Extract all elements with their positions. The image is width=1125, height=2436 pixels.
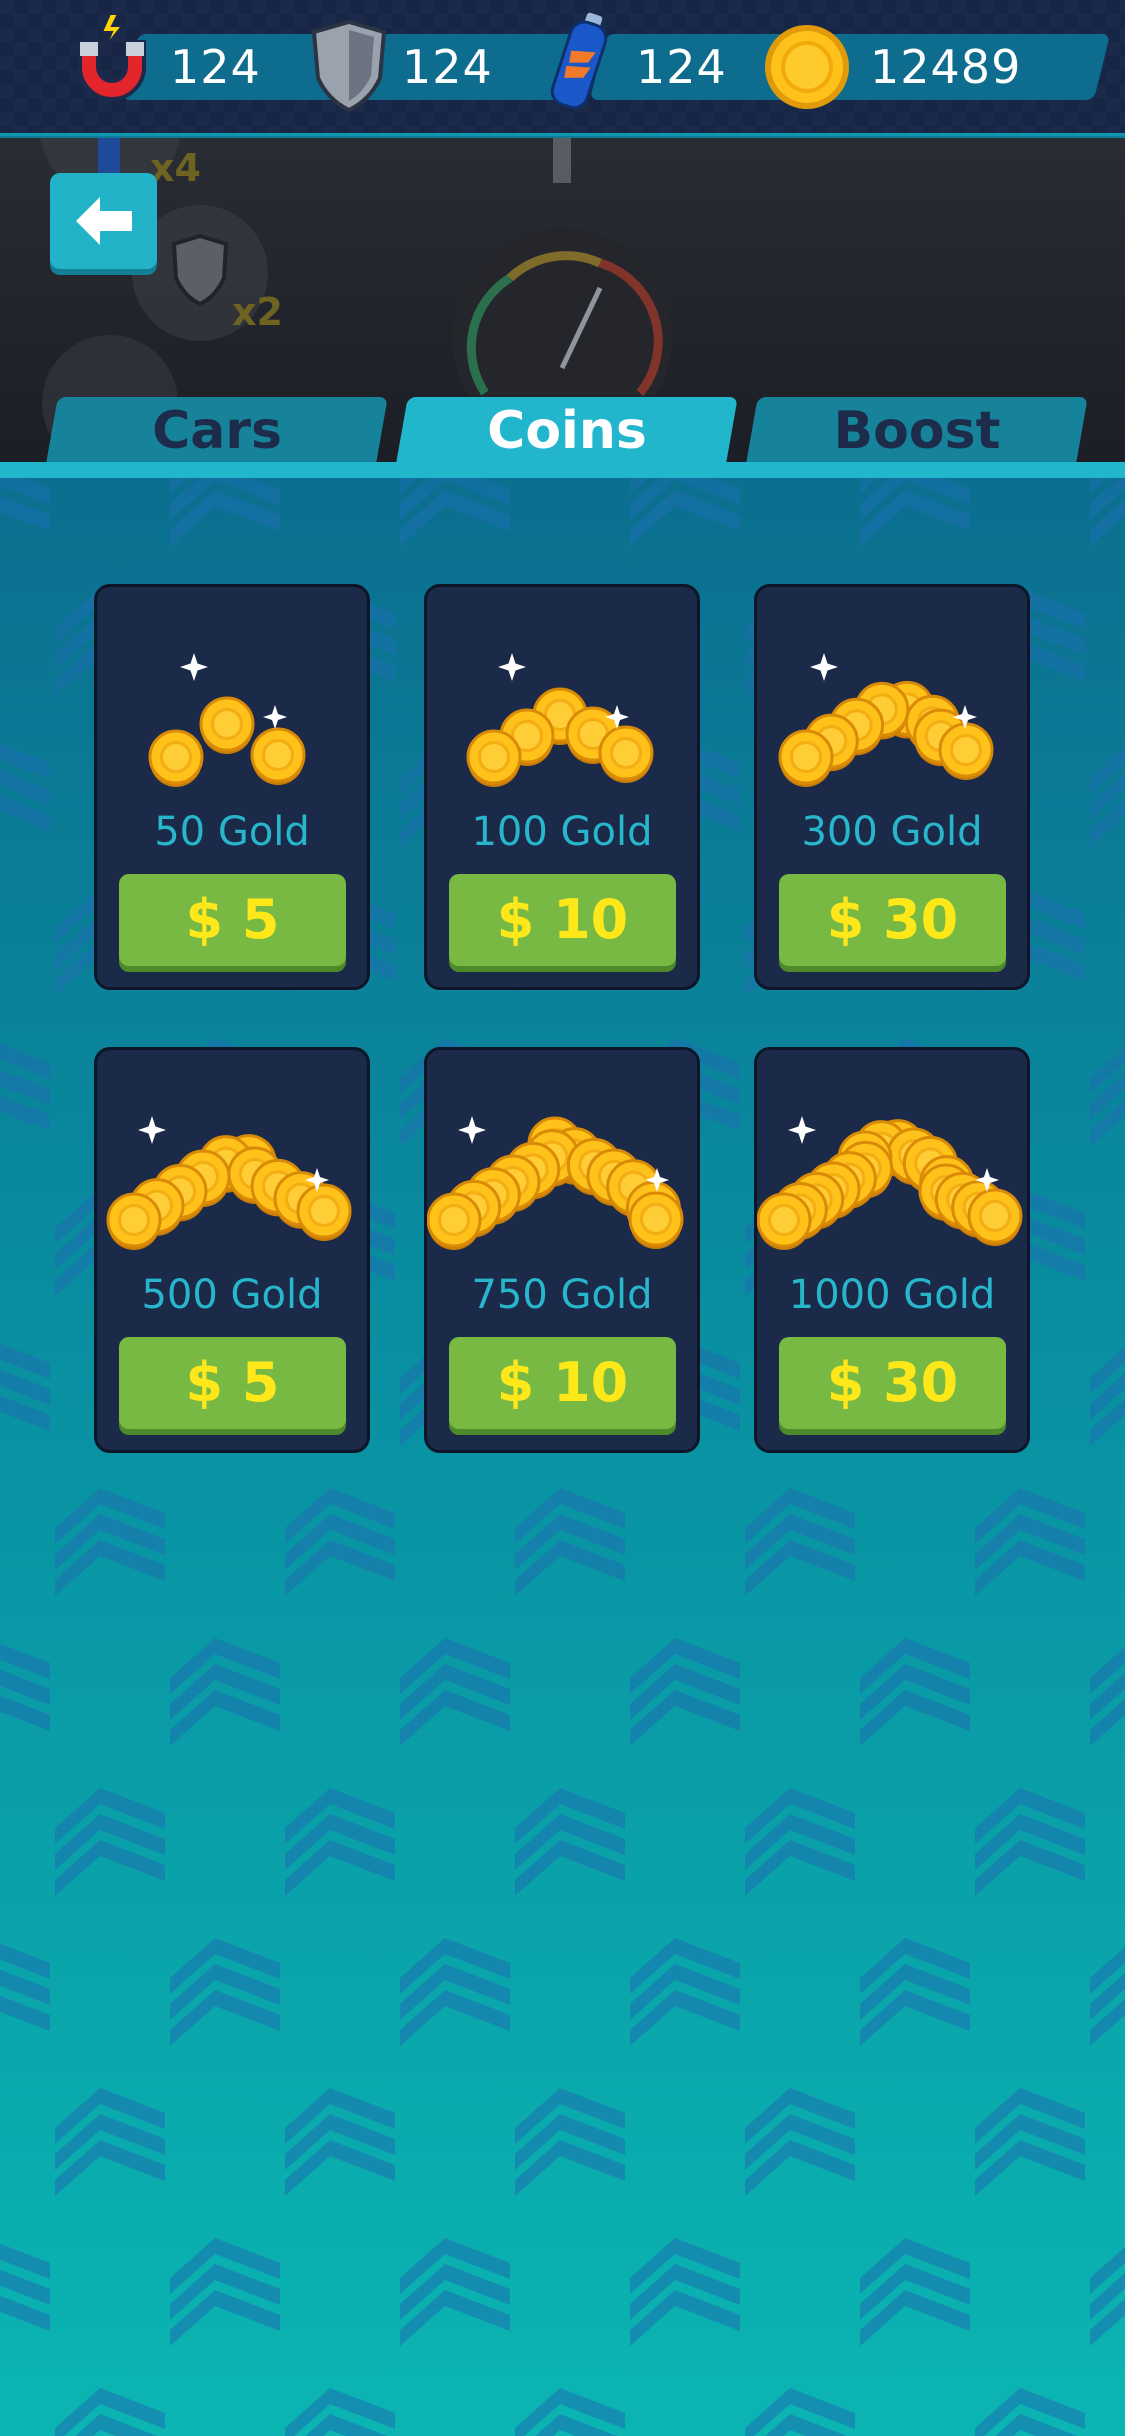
pack-label: 50 Gold	[154, 809, 310, 855]
price-label: $ 5	[185, 888, 280, 951]
pack-label: 750 Gold	[471, 1272, 653, 1318]
magnet-count: 124	[170, 40, 261, 94]
buy-button[interactable]: $ 5	[119, 874, 346, 966]
tab-coins[interactable]: Coins	[396, 397, 738, 463]
tab-label: Coins	[487, 401, 647, 461]
gold-coins-icon	[757, 1116, 1023, 1250]
gold-pack-card: 50 Gold $ 5	[94, 584, 370, 990]
multiplier-label: x2	[232, 290, 283, 334]
gold-pack-card: 500 Gold $ 5	[94, 1047, 370, 1453]
tab-underline	[0, 462, 1125, 478]
gold-coins-icon	[148, 653, 306, 787]
pack-label: 300 Gold	[801, 809, 983, 855]
gold-coins-icon	[466, 653, 654, 787]
price-label: $ 30	[826, 1351, 959, 1414]
buy-button[interactable]: $ 30	[779, 874, 1006, 966]
buy-button[interactable]: $ 30	[779, 1337, 1006, 1429]
tab-cars[interactable]: Cars	[46, 397, 388, 463]
magnet-counter: 124	[70, 13, 364, 101]
pack-label: 100 Gold	[471, 809, 653, 855]
shield-count: 124	[402, 40, 493, 94]
buy-button[interactable]: $ 5	[119, 1337, 346, 1429]
pack-label: 500 Gold	[141, 1272, 323, 1318]
gold-pack-card: 100 Gold $ 10	[424, 584, 700, 990]
tab-boost[interactable]: Boost	[746, 397, 1088, 463]
nitro-count: 124	[636, 40, 727, 94]
gold-coin-icon	[762, 22, 852, 116]
gold-counter: 12489	[762, 25, 1111, 109]
shop-content: 50 Gold $ 5 100 Gold $ 10 300 Gold $ 30 …	[0, 478, 1125, 2436]
nitro-counter: 124	[548, 12, 807, 110]
pack-label: 1000 Gold	[788, 1272, 996, 1318]
magnet-icon	[70, 12, 154, 108]
gold-coins-icon	[778, 653, 994, 787]
back-button[interactable]	[50, 173, 157, 269]
gold-pack-card: 1000 Gold $ 30	[754, 1047, 1030, 1453]
price-label: $ 10	[496, 1351, 629, 1414]
gold-coins-icon	[106, 1116, 352, 1250]
arrow-left-icon	[76, 197, 132, 245]
price-label: $ 30	[826, 888, 959, 951]
buy-button[interactable]: $ 10	[449, 874, 676, 966]
tab-label: Cars	[152, 401, 282, 461]
price-label: $ 10	[496, 888, 629, 951]
gold-count: 12489	[870, 40, 1022, 94]
shield-icon	[310, 18, 388, 118]
tab-label: Boost	[833, 401, 1001, 461]
gold-pack-card: 300 Gold $ 30	[754, 584, 1030, 990]
nitro-bottle-icon	[548, 10, 612, 118]
multiplier-label: x4	[150, 146, 201, 190]
price-label: $ 5	[185, 1351, 280, 1414]
gold-pack-card: 750 Gold $ 10	[424, 1047, 700, 1453]
resource-bar-divider	[0, 133, 1125, 136]
gold-coins-icon	[427, 1116, 684, 1250]
shield-counter: 124	[310, 19, 589, 113]
resource-bar: 124 124 124 12489	[0, 0, 1125, 136]
buy-button[interactable]: $ 10	[449, 1337, 676, 1429]
